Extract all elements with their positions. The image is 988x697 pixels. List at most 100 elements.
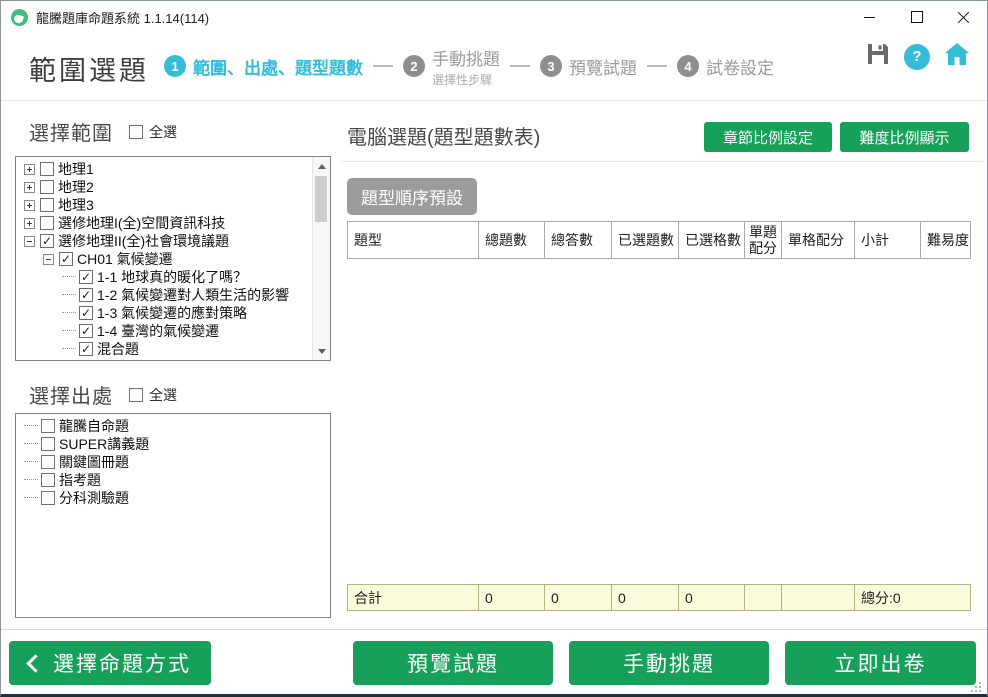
window-controls [846, 1, 987, 33]
home-icon[interactable] [943, 41, 971, 72]
tree-checkbox[interactable]: ✓ [79, 324, 93, 338]
tree-item[interactable]: ✓選修地理II(全)社會環境議題 [18, 232, 311, 250]
tree-item-label: 混合題 [97, 339, 139, 358]
source-checkbox[interactable] [41, 455, 55, 469]
tree-item[interactable]: 地理3 [18, 196, 311, 214]
list-connector [24, 425, 38, 427]
manual-button-label: 手動挑題 [623, 648, 715, 678]
footer-total-questions: 0 [479, 585, 545, 610]
source-item[interactable]: 關鍵圖冊題 [18, 453, 311, 471]
scrollbar-thumb[interactable] [315, 176, 327, 222]
back-button[interactable]: 選擇命題方式 [9, 641, 211, 685]
tree-item[interactable]: ✓ 混合題 [18, 340, 311, 358]
step-4: 4 試卷設定 [677, 54, 774, 79]
tree-checkbox[interactable]: ✓ [79, 270, 93, 284]
scrollbar[interactable] [312, 157, 330, 360]
computer-selection-title: 電腦選題(題型題數表) [347, 121, 540, 150]
source-checkbox[interactable] [41, 491, 55, 505]
difficulty-ratio-button[interactable]: 難度比例顯示 [840, 122, 969, 152]
tree-item-label: 1-4 臺灣的氣候變遷 [97, 321, 219, 341]
source-select-all-checkbox[interactable] [129, 388, 143, 402]
manual-pick-button[interactable]: 手動挑題 [569, 641, 769, 685]
step-2-circle: 2 [403, 55, 425, 77]
expand-plus-icon[interactable] [24, 218, 35, 229]
question-order-badge[interactable]: 題型順序預設 [347, 178, 477, 215]
tree-item[interactable]: 選修地理I(全)空間資訊科技 [18, 214, 311, 232]
scope-select-all[interactable]: 全選 [129, 122, 177, 142]
scope-tree: 地理1地理2地理3選修地理I(全)空間資訊科技✓選修地理II(全)社會環境議題✓… [18, 160, 311, 358]
step-3-circle: 3 [540, 55, 562, 77]
tree-item[interactable]: 地理2 [18, 178, 311, 196]
tree-checkbox[interactable]: ✓ [59, 252, 73, 266]
generate-button-label: 立即出卷 [835, 648, 927, 678]
source-item-label: 指考題 [59, 470, 101, 490]
step-2-label: 手動挑題 [432, 45, 500, 70]
close-icon [957, 11, 970, 24]
tree-connector [62, 348, 76, 350]
tree-checkbox[interactable]: ✓ [40, 234, 54, 248]
step-2: 2 手動挑題 選擇性步驟 [403, 45, 500, 88]
collapse-minus-icon[interactable] [43, 254, 54, 265]
source-item[interactable]: SUPER講義題 [18, 435, 311, 453]
source-title: 選擇出處 [29, 380, 113, 409]
tree-item[interactable]: ✓ 1-4 臺灣的氣候變遷 [18, 322, 311, 340]
header-icons: ? [865, 41, 971, 72]
app-window: 龍騰題庫命題系統 1.1.14(114) 範圍選題 1 範圍、出處、題型題數 2… [0, 0, 988, 697]
tree-connector [62, 312, 76, 314]
header-separator [1, 100, 987, 101]
scope-select-all-label: 全選 [149, 122, 177, 142]
source-checkbox[interactable] [41, 473, 55, 487]
step-dash [373, 65, 393, 67]
scope-tree-box: 地理1地理2地理3選修地理I(全)空間資訊科技✓選修地理II(全)社會環境議題✓… [15, 156, 331, 361]
list-connector [24, 461, 38, 463]
minimize-button[interactable] [846, 1, 893, 33]
tree-checkbox[interactable] [40, 162, 54, 176]
list-connector [24, 443, 38, 445]
expand-plus-icon[interactable] [24, 164, 35, 175]
generate-paper-button[interactable]: 立即出卷 [785, 641, 976, 685]
tree-checkbox[interactable]: ✓ [79, 288, 93, 302]
tree-checkbox[interactable] [40, 180, 54, 194]
tree-checkbox[interactable] [40, 216, 54, 230]
source-select-all[interactable]: 全選 [129, 385, 177, 405]
collapse-minus-icon[interactable] [24, 236, 35, 247]
scope-title: 選擇範圍 [29, 117, 113, 146]
source-checkbox[interactable] [41, 437, 55, 451]
col-total-answers: 總答數 [545, 222, 612, 258]
col-question-type: 題型 [348, 222, 479, 258]
source-item[interactable]: 龍騰自命題 [18, 417, 311, 435]
save-icon[interactable] [865, 41, 891, 72]
scope-select-all-checkbox[interactable] [129, 125, 143, 139]
col-points-per-cell: 單格配分 [782, 222, 855, 258]
source-item[interactable]: 指考題 [18, 471, 311, 489]
maximize-button[interactable] [893, 1, 940, 33]
source-item-label: 關鍵圖冊題 [59, 452, 129, 472]
tree-item[interactable]: ✓1-1 地球真的暖化了嗎？ [18, 268, 311, 286]
source-header: 選擇出處 全選 [29, 380, 177, 409]
source-checkbox[interactable] [41, 419, 55, 433]
chapter-ratio-button[interactable]: 章節比例設定 [704, 122, 832, 152]
expand-plus-icon[interactable] [24, 182, 35, 193]
expand-plus-icon[interactable] [24, 200, 35, 211]
scroll-down-icon[interactable] [313, 343, 330, 359]
step-indicator: 1 範圍、出處、題型題數 2 手動挑題 選擇性步驟 3 預覽試題 4 試卷設定 [164, 43, 774, 89]
help-icon[interactable]: ? [904, 44, 930, 70]
tree-item[interactable]: ✓CH01 氣候變遷 [18, 250, 311, 268]
step-3-label: 預覽試題 [569, 54, 637, 79]
tree-item[interactable]: ✓1-2 氣候變遷對人類生活的影響 [18, 286, 311, 304]
tree-checkbox[interactable]: ✓ [79, 342, 93, 356]
tree-item[interactable]: 地理1 [18, 160, 311, 178]
resize-grip-icon[interactable] [979, 686, 981, 688]
source-item-label: 分科測驗題 [59, 488, 129, 508]
page-title: 範圍選題 [29, 49, 149, 88]
col-selected-cells: 已選格數 [679, 222, 745, 258]
close-button[interactable] [940, 1, 987, 33]
source-select-all-label: 全選 [149, 385, 177, 405]
source-item[interactable]: 分科測驗題 [18, 489, 311, 507]
tree-connector [62, 276, 76, 278]
scroll-up-icon[interactable] [313, 158, 330, 174]
preview-questions-button[interactable]: 預覽試題 [353, 641, 553, 685]
tree-checkbox[interactable]: ✓ [79, 306, 93, 320]
tree-checkbox[interactable] [40, 198, 54, 212]
tree-item[interactable]: ✓1-3 氣候變遷的應對策略 [18, 304, 311, 322]
